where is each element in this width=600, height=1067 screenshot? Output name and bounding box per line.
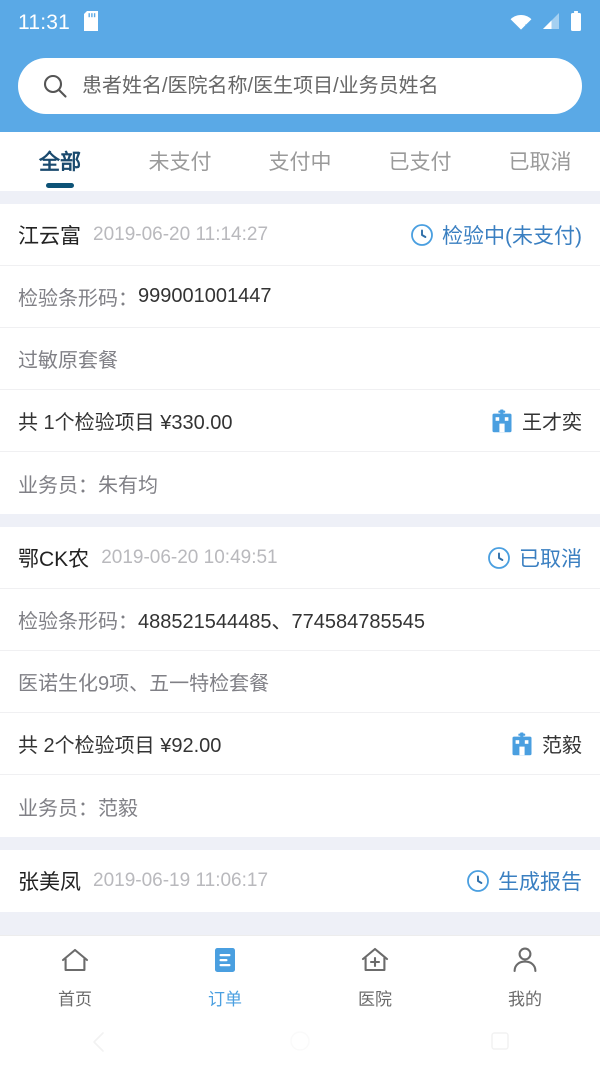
search-icon <box>42 73 68 99</box>
svg-text:x: x <box>525 22 530 30</box>
tabs-list-separator <box>0 191 600 204</box>
card-separator <box>0 837 600 850</box>
nav-label-hospital: 医院 <box>358 990 392 1009</box>
nav-item-profile[interactable]: 我的 <box>450 946 600 1010</box>
order-summary: 共 2个检验项目 ¥92.00 <box>18 735 222 757</box>
home-icon <box>287 1028 313 1059</box>
order-header: 江云富 2019-06-20 11:14:27 检验中(未支付) <box>0 204 600 266</box>
android-recents-button[interactable] <box>400 1029 600 1058</box>
sd-card-icon <box>84 10 98 36</box>
search-header <box>0 46 600 132</box>
nav-label-orders: 订单 <box>208 990 242 1009</box>
order-card[interactable]: 鄂CK农 2019-06-20 10:49:51 已取消 检验条形码： 4885… <box>0 527 600 837</box>
doctor-info: 王才奕 <box>491 406 582 435</box>
barcode-label: 检验条形码： <box>18 611 138 633</box>
status-text: 检验中(未支付) <box>442 224 582 248</box>
salesman-row: 业务员：朱有均 <box>0 452 600 514</box>
summary-row: 共 2个检验项目 ¥92.00 范毅 <box>0 713 600 775</box>
clock-icon <box>466 869 490 893</box>
nav-label-profile: 我的 <box>508 990 542 1009</box>
status-badge: 已取消 <box>487 543 582 573</box>
status-text: 已取消 <box>519 547 582 571</box>
order-time: 2019-06-20 10:49:51 <box>101 546 278 568</box>
status-text: 生成报告 <box>498 871 582 894</box>
summary-row: 共 1个检验项目 ¥330.00 王才奕 <box>0 390 600 452</box>
salesman-text: 业务员：范毅 <box>18 797 138 820</box>
nav-item-home[interactable]: 首页 <box>0 946 150 1010</box>
home-icon <box>60 946 90 979</box>
order-header: 张美凤 2019-06-19 11:06:17 生成报告 <box>0 850 600 912</box>
doctor-name: 王才奕 <box>522 412 582 434</box>
status-right-icons: x <box>510 10 582 36</box>
app-screen: 11:31 x 患者姓名/医院名称/医生项目/业务员姓名 全部 未支付 支付中 … <box>0 0 600 1067</box>
back-icon <box>86 1027 114 1060</box>
status-left-icons <box>84 10 98 36</box>
tab-paid-label: 已支付 <box>388 151 452 174</box>
android-navigation-bar <box>0 1020 600 1067</box>
barcode-row: 检验条形码： 488521544485、774584785545 <box>0 589 600 651</box>
patient-name: 鄂CK农 <box>18 547 90 571</box>
order-card[interactable]: 江云富 2019-06-20 11:14:27 检验中(未支付) 检验条形码： … <box>0 204 600 514</box>
salesman-row: 业务员：范毅 <box>0 775 600 837</box>
cellular-signal-icon <box>541 12 561 35</box>
patient-name: 江云富 <box>18 224 81 248</box>
battery-full-icon <box>570 10 582 36</box>
android-back-button[interactable] <box>0 1027 200 1060</box>
tab-all[interactable]: 全部 <box>0 132 120 190</box>
tab-all-label: 全部 <box>39 151 81 174</box>
barcode-label: 检验条形码： <box>18 288 138 310</box>
order-list[interactable]: 江云富 2019-06-20 11:14:27 检验中(未支付) 检验条形码： … <box>0 204 600 935</box>
tab-unpaid-label: 未支付 <box>148 151 212 174</box>
doctor-info: 范毅 <box>511 729 582 758</box>
tab-paid[interactable]: 已支付 <box>360 132 480 190</box>
nav-item-hospital[interactable]: 医院 <box>300 946 450 1010</box>
hospital-icon <box>360 946 390 979</box>
tab-unpaid[interactable]: 未支付 <box>120 132 240 190</box>
order-card[interactable]: 张美凤 2019-06-19 11:06:17 生成报告 <box>0 850 600 912</box>
order-header: 鄂CK农 2019-06-20 10:49:51 已取消 <box>0 527 600 589</box>
nav-item-orders[interactable]: 订单 <box>150 946 300 1010</box>
hospital-icon <box>511 732 533 756</box>
tab-paying[interactable]: 支付中 <box>240 132 360 190</box>
search-input[interactable] <box>82 74 558 98</box>
order-status-tabs: 全部 未支付 支付中 已支付 已取消 <box>0 132 600 191</box>
bottom-navigation: 首页 订单 医院 我的 <box>0 935 600 1020</box>
barcode-value: 999001001447 <box>138 285 272 307</box>
order-time: 2019-06-19 11:06:17 <box>93 870 269 891</box>
status-time: 11:31 <box>18 11 70 34</box>
tab-active-indicator <box>46 183 74 188</box>
barcode-row: 检验条形码： 999001001447 <box>0 266 600 328</box>
clock-icon <box>410 223 434 247</box>
wifi-off-icon: x <box>510 12 532 35</box>
recents-icon <box>488 1029 512 1058</box>
status-bar: 11:31 x <box>0 0 600 46</box>
tab-cancelled[interactable]: 已取消 <box>480 132 600 190</box>
person-icon <box>511 946 539 979</box>
nav-label-home: 首页 <box>58 990 92 1009</box>
tab-cancelled-label: 已取消 <box>508 151 572 174</box>
status-badge: 生成报告 <box>466 866 582 896</box>
hospital-icon <box>491 409 513 433</box>
card-separator <box>0 514 600 527</box>
status-badge: 检验中(未支付) <box>410 220 582 250</box>
clock-icon <box>487 546 511 570</box>
doctor-name: 范毅 <box>542 735 582 757</box>
item-names: 医诺生化9项、五一特检套餐 <box>18 673 270 695</box>
barcode-value: 488521544485、774584785545 <box>138 611 425 633</box>
search-bar[interactable] <box>18 58 582 114</box>
items-row: 过敏原套餐 <box>0 328 600 390</box>
android-home-button[interactable] <box>200 1028 400 1059</box>
tab-paying-label: 支付中 <box>268 151 332 174</box>
order-list-icon <box>211 946 239 979</box>
item-names: 过敏原套餐 <box>18 350 118 372</box>
items-row: 医诺生化9项、五一特检套餐 <box>0 651 600 713</box>
order-summary: 共 1个检验项目 ¥330.00 <box>18 412 233 434</box>
order-time: 2019-06-20 11:14:27 <box>93 223 269 245</box>
patient-name: 张美凤 <box>18 871 81 894</box>
salesman-text: 业务员：朱有均 <box>18 474 158 497</box>
